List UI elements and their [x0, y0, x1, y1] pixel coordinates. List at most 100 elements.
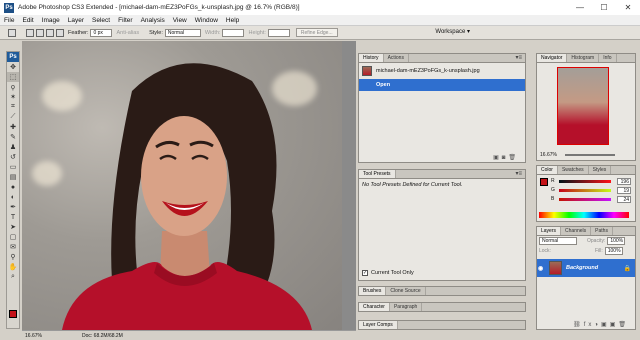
tab-paths[interactable]: Paths	[591, 227, 613, 235]
menu-view[interactable]: View	[169, 17, 191, 24]
add-selection-icon[interactable]	[36, 28, 44, 37]
pen-tool-icon[interactable]: ✒	[7, 202, 19, 212]
blue-slider[interactable]	[559, 198, 611, 201]
type-tool-icon[interactable]: T	[7, 212, 19, 222]
hand-tool-icon[interactable]: ✋	[7, 262, 19, 272]
tab-histogram[interactable]: Histogram	[567, 54, 600, 62]
r-label: R	[551, 178, 555, 184]
lasso-tool-icon[interactable]: ϙ	[7, 82, 19, 92]
tab-navigator[interactable]: Navigator	[537, 54, 568, 62]
tab-clone-source[interactable]: Clone Source	[386, 287, 426, 295]
menu-bar: File Edit Image Layer Select Filter Anal…	[0, 15, 640, 26]
healing-brush-icon[interactable]: ✚	[7, 122, 19, 132]
navigator-zoom-value[interactable]: 16.67%	[540, 152, 557, 158]
r-value[interactable]: 196	[617, 178, 631, 185]
menu-filter[interactable]: Filter	[114, 17, 136, 24]
red-slider[interactable]	[559, 180, 611, 183]
workspace-menu[interactable]: Workspace ▾	[435, 28, 470, 35]
blend-mode-select[interactable]: Normal	[539, 237, 577, 245]
move-tool-icon[interactable]: ✥	[7, 62, 19, 72]
navigator-preview[interactable]	[557, 67, 609, 145]
blur-tool-icon[interactable]: ●	[7, 182, 19, 192]
tab-info[interactable]: Info	[599, 54, 617, 62]
tab-history[interactable]: History	[359, 54, 384, 62]
opacity-input[interactable]: 100%	[607, 237, 626, 245]
crop-tool-icon[interactable]: ⌗	[7, 102, 19, 112]
green-slider[interactable]	[559, 189, 611, 192]
document-canvas[interactable]	[22, 41, 342, 330]
menu-layer[interactable]: Layer	[64, 17, 88, 24]
menu-help[interactable]: Help	[222, 17, 243, 24]
intersect-selection-icon[interactable]	[56, 28, 64, 37]
history-actions-icons[interactable]: ▣◙🗑	[493, 154, 519, 161]
antialias-checkbox[interactable]: Anti-alias	[116, 30, 139, 36]
zoom-tool-icon[interactable]: ⌕	[7, 272, 19, 282]
tab-actions[interactable]: Actions	[384, 54, 409, 62]
menu-edit[interactable]: Edit	[18, 17, 37, 24]
tab-styles[interactable]: Styles	[589, 166, 612, 174]
panel-menu-icon[interactable]: ▾≡	[515, 170, 522, 179]
color-spectrum-bar[interactable]	[539, 212, 629, 218]
menu-window[interactable]: Window	[191, 17, 222, 24]
history-snapshot[interactable]: michael-dam-mEZ3PoFGs_k-unsplash.jpg	[359, 63, 525, 79]
current-tool-checkbox[interactable]: ✓	[362, 270, 368, 276]
tab-swatches[interactable]: Swatches	[558, 166, 589, 174]
tab-layer-comps[interactable]: Layer Comps	[359, 321, 398, 329]
layers-actions-icons[interactable]: ⛓fx◑▣▣🗑	[573, 321, 629, 328]
eraser-tool-icon[interactable]: ▭	[7, 162, 19, 172]
tab-layers[interactable]: Layers	[537, 227, 562, 235]
feather-input[interactable]: 0 px	[90, 28, 113, 37]
eye-icon[interactable]: ◉	[538, 265, 546, 272]
subtract-selection-icon[interactable]	[46, 28, 54, 37]
width-input[interactable]	[222, 28, 245, 37]
slice-tool-icon[interactable]: ⟋	[7, 112, 19, 122]
b-value[interactable]: 24	[617, 196, 631, 203]
dodge-tool-icon[interactable]: ◐	[7, 192, 19, 202]
menu-analysis[interactable]: Analysis	[137, 17, 169, 24]
tab-brushes[interactable]: Brushes	[359, 287, 387, 295]
navigator-zoom-row: 16.67%	[540, 152, 615, 158]
close-button[interactable]: ✕	[616, 0, 640, 15]
clone-stamp-icon[interactable]: ♟	[7, 142, 19, 152]
tab-character[interactable]: Character	[359, 303, 390, 311]
feather-label: Feather:	[68, 29, 89, 36]
panel-menu-icon[interactable]: ▾≡	[515, 54, 522, 63]
zoom-slider[interactable]	[564, 154, 615, 156]
new-selection-icon[interactable]	[26, 28, 34, 37]
layers-lock-row: Lock: Fill: 100%	[537, 246, 635, 256]
refine-edge-button[interactable]: Refine Edge...	[295, 28, 338, 37]
tab-channels[interactable]: Channels	[561, 227, 592, 235]
menu-file[interactable]: File	[0, 17, 18, 24]
notes-tool-icon[interactable]: ✉	[7, 242, 19, 252]
path-select-icon[interactable]: ➤	[7, 222, 19, 232]
zoom-readout[interactable]: 16.67%	[22, 333, 52, 339]
photoshop-app-icon: Ps	[4, 2, 14, 13]
minimize-button[interactable]: —	[568, 0, 592, 15]
foreground-color-swatch[interactable]	[9, 310, 17, 318]
maximize-button[interactable]: ☐	[592, 0, 616, 15]
height-label: Height:	[248, 29, 266, 36]
history-state-open[interactable]: Open	[359, 79, 525, 91]
marquee-tool-icon[interactable]	[8, 28, 16, 37]
brush-tool-icon[interactable]: ✎	[7, 132, 19, 142]
color-foreground-swatch[interactable]	[540, 178, 548, 186]
tab-color[interactable]: Color	[537, 166, 558, 174]
history-brush-icon[interactable]: ↺	[7, 152, 19, 162]
gradient-tool-icon[interactable]: ▤	[7, 172, 19, 182]
menu-select[interactable]: Select	[88, 17, 114, 24]
shape-tool-icon[interactable]: ▢	[7, 232, 19, 242]
marquee-tool-icon[interactable]: ⬚	[7, 72, 19, 82]
tab-tool-presets[interactable]: Tool Presets	[359, 170, 396, 178]
height-input[interactable]	[267, 28, 290, 37]
magic-wand-icon[interactable]: ✶	[7, 92, 19, 102]
fill-input[interactable]: 100%	[604, 247, 623, 255]
eyedropper-icon[interactable]: ⚲	[7, 252, 19, 262]
tab-paragraph[interactable]: Paragraph	[390, 303, 423, 311]
g-value[interactable]: 19	[617, 187, 631, 194]
tool-presets-message: No Tool Presets Defined for Current Tool…	[362, 182, 463, 188]
options-bar: Feather: 0 px Anti-alias Style: Normal W…	[0, 26, 640, 40]
menu-image[interactable]: Image	[38, 17, 64, 24]
layer-row-background[interactable]: ◉ Background 🔒	[537, 259, 635, 277]
title-bar: Ps Adobe Photoshop CS3 Extended - [micha…	[0, 0, 640, 15]
style-select[interactable]: Normal	[164, 28, 201, 37]
